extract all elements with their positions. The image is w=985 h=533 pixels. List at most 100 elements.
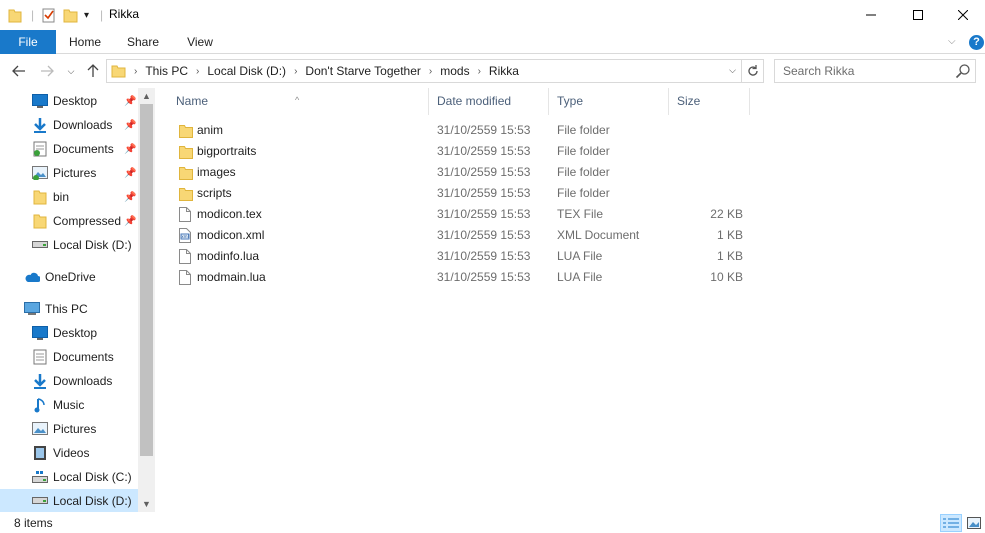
separator: |	[31, 8, 35, 22]
file-type: File folder	[557, 144, 610, 158]
help-icon[interactable]: ?	[969, 35, 984, 50]
breadcrumb-dont-starve-together[interactable]: Don't Starve Together	[305, 64, 420, 78]
breadcrumb-separator[interactable]: ›	[478, 66, 481, 77]
address-dropdown-icon[interactable]: ⌵	[729, 65, 736, 76]
column-header-date-modified[interactable]: Date modified	[429, 88, 549, 115]
tab-view[interactable]: View	[175, 30, 225, 54]
nav-item-documents[interactable]: Documents 📌	[0, 137, 140, 161]
file-row[interactable]: scripts 31/10/2559 15:53 File folder	[168, 183, 748, 204]
nav-item-pictures[interactable]: Pictures 📌	[0, 161, 140, 185]
nav-item-desktop[interactable]: Desktop 📌	[0, 89, 140, 113]
file-row[interactable]: bigportraits 31/10/2559 15:53 File folder	[168, 141, 748, 162]
nav-item-pc-videos[interactable]: Videos	[0, 441, 140, 465]
file-size: 1 KB	[716, 228, 743, 242]
nav-item-pc-music[interactable]: Music	[0, 393, 140, 417]
nav-item-pc-downloads[interactable]: Downloads	[0, 369, 140, 393]
file-date-modified: 31/10/2559 15:53	[437, 270, 531, 284]
pin-icon[interactable]: 📌	[124, 120, 136, 131]
details-view-button[interactable]	[940, 514, 962, 532]
tab-home[interactable]: Home	[60, 30, 110, 54]
breadcrumb-rikka[interactable]: Rikka	[489, 64, 519, 78]
nav-item-label: Local Disk (D:)	[53, 494, 132, 508]
nav-item-compressed[interactable]: Compressed 📌	[0, 209, 140, 233]
pin-icon[interactable]: 📌	[124, 144, 136, 155]
customize-toolbar-icon[interactable]: ▾	[84, 5, 89, 25]
nav-item-downloads[interactable]: Downloads 📌	[0, 113, 140, 137]
breadcrumb-separator[interactable]: ›	[196, 66, 199, 77]
nav-item-pc-documents[interactable]: Documents	[0, 345, 140, 369]
pin-icon[interactable]: 📌	[124, 192, 136, 203]
minimize-button[interactable]	[848, 0, 894, 30]
breadcrumb-local-disk-d[interactable]: Local Disk (D:)	[207, 64, 286, 78]
scrollbar-thumb[interactable]	[140, 104, 153, 456]
separator: |	[100, 8, 104, 22]
close-button[interactable]	[940, 0, 985, 30]
forward-button[interactable]	[38, 62, 56, 80]
breadcrumb-this-pc[interactable]: This PC	[145, 64, 188, 78]
nav-item-label: Documents	[53, 142, 114, 156]
column-header-name[interactable]: Name ^	[168, 88, 429, 115]
search-icon[interactable]	[955, 63, 971, 82]
nav-item-label: Local Disk (D:)	[53, 238, 132, 252]
file-type: XML Document	[557, 228, 640, 242]
back-button[interactable]	[10, 62, 28, 80]
file-row[interactable]: modicon.tex 31/10/2559 15:53 TEX File 22 KB	[168, 204, 748, 225]
file-size	[677, 120, 743, 141]
nav-item-pc-pictures[interactable]: Pictures	[0, 417, 140, 441]
breadcrumb-separator[interactable]: ›	[429, 66, 432, 77]
file-type: File folder	[557, 123, 610, 137]
file-row[interactable]: xml modicon.xml 31/10/2559 15:53 XML Docume…	[168, 225, 748, 246]
folder-icon	[32, 213, 48, 229]
recent-locations-icon[interactable]: ⌵	[64, 62, 78, 80]
pin-icon[interactable]: 📌	[124, 96, 136, 107]
nav-item-pc-local-disk-d[interactable]: Local Disk (D:)	[0, 489, 140, 512]
nav-item-pc-local-disk-c[interactable]: Local Disk (C:)	[0, 465, 140, 489]
windows-drive-icon	[32, 469, 48, 485]
scroll-down-icon[interactable]: ▼	[138, 496, 155, 512]
large-icons-view-icon	[967, 517, 981, 529]
status-bar: 8 items	[0, 512, 985, 533]
scroll-up-icon[interactable]: ▲	[138, 88, 155, 104]
refresh-button[interactable]	[742, 59, 764, 83]
music-icon	[32, 397, 48, 413]
desktop-icon	[32, 93, 48, 109]
nav-item-this-pc[interactable]: This PC	[0, 297, 140, 321]
file-icon	[179, 249, 193, 264]
nav-item-pc-desktop[interactable]: Desktop	[0, 321, 140, 345]
nav-item-local-disk-d[interactable]: Local Disk (D:)	[0, 233, 140, 257]
address-bar[interactable]: › This PC › Local Disk (D:) › Don't Star…	[106, 59, 742, 83]
desktop-icon	[32, 325, 48, 341]
documents-icon	[32, 349, 48, 365]
nav-item-bin[interactable]: bin 📌	[0, 185, 140, 209]
breadcrumb-mods[interactable]: mods	[440, 64, 469, 78]
address-row: ⌵ › This PC › Local Disk (D:) › Don't St…	[0, 55, 985, 87]
breadcrumb-separator[interactable]: ›	[294, 66, 297, 77]
file-type: TEX File	[557, 207, 604, 221]
new-folder-icon[interactable]	[63, 5, 79, 25]
file-date-modified: 31/10/2559 15:53	[437, 228, 531, 242]
file-row[interactable]: anim 31/10/2559 15:53 File folder	[168, 120, 748, 141]
nav-scrollbar[interactable]: ▲ ▼	[138, 88, 155, 512]
file-row[interactable]: images 31/10/2559 15:53 File folder	[168, 162, 748, 183]
file-name: modicon.xml	[197, 228, 265, 242]
expand-ribbon-icon[interactable]: ⌵	[948, 36, 956, 47]
file-row[interactable]: modinfo.lua 31/10/2559 15:53 LUA File 1 KB	[168, 246, 748, 267]
ribbon-tabs: File Home Share View ⌵ ?	[0, 30, 985, 54]
search-input[interactable]	[775, 60, 945, 82]
nav-item-onedrive[interactable]: OneDrive	[0, 265, 140, 289]
downloads-icon	[32, 373, 48, 389]
column-header-type[interactable]: Type	[549, 88, 669, 115]
up-button[interactable]	[84, 62, 102, 80]
large-icons-view-button[interactable]	[963, 514, 985, 532]
pin-icon[interactable]: 📌	[124, 216, 136, 227]
tab-share[interactable]: Share	[118, 30, 168, 54]
file-row[interactable]: modmain.lua 31/10/2559 15:53 LUA File 10 KB	[168, 267, 748, 288]
pin-icon[interactable]: 📌	[124, 168, 136, 179]
file-type: File folder	[557, 165, 610, 179]
folder-icon	[179, 165, 193, 180]
maximize-button[interactable]	[895, 0, 941, 30]
nav-item-label: bin	[53, 190, 70, 204]
tab-file[interactable]: File	[0, 30, 56, 54]
column-header-size[interactable]: Size	[669, 88, 750, 115]
properties-icon[interactable]	[41, 5, 57, 25]
